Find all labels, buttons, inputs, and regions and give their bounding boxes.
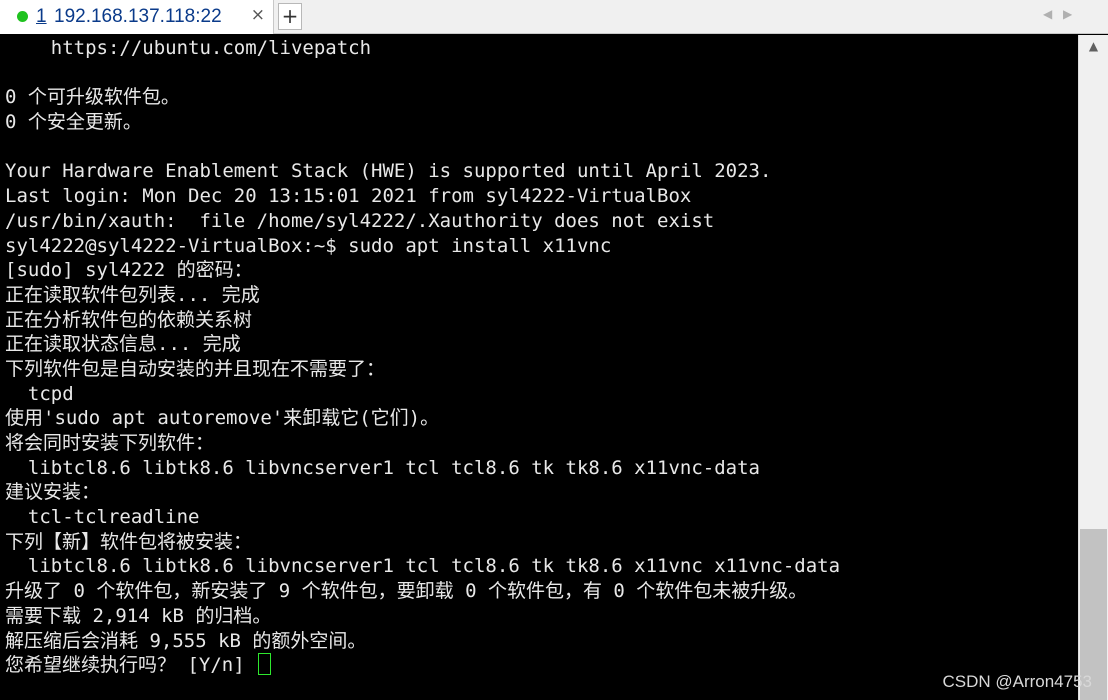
new-tab-button[interactable]: + [278,3,302,30]
terminal-line: 正在读取状态信息... 完成 [5,333,241,356]
scroll-up-icon[interactable]: ▲ [1079,39,1108,53]
vertical-scrollbar[interactable]: ▲ [1078,35,1108,700]
terminal-line: /usr/bin/xauth: file /home/syl4222/.Xaut… [5,209,715,232]
terminal-line: 需要下载 2,914 kB 的归档。 [5,604,272,627]
terminal-line: 升级了 0 个软件包，新安装了 9 个软件包，要卸载 0 个软件包，有 0 个软… [5,580,808,603]
terminal-line: 使用'sudo apt autoremove'来卸载它(它们)。 [5,407,440,430]
terminal-line: 正在分析软件包的依赖关系树 [5,308,253,331]
terminal-line: Last login: Mon Dec 20 13:15:01 2021 fro… [5,185,692,208]
scroll-tabs-left-icon[interactable]: ◀ [1043,7,1052,21]
terminal-line: libtcl8.6 libtk8.6 libvncserver1 tcl tcl… [5,456,760,479]
terminal-line: 0 个可升级软件包。 [5,86,180,109]
terminal-line: tcpd [5,382,74,405]
connected-status-icon [17,11,28,22]
tab-index: 1 [36,6,47,27]
close-tab-icon[interactable]: × [251,5,265,25]
terminal-output[interactable]: https://ubuntu.com/livepatch 0 个可升级软件包。 0 … [5,36,1075,700]
terminal-line: 下列软件包是自动安装的并且现在不需要了： [5,357,386,380]
terminal-line: 建议安装： [5,481,101,504]
terminal-line: 0 个安全更新。 [5,111,142,134]
tab-bar: 1 192.168.137.118:22 × + ◀ ▶ [0,0,1108,34]
terminal-line: 解压缩后会消耗 9,555 kB 的额外空间。 [5,629,367,652]
watermark: CSDN @Arron4753 [942,672,1092,691]
terminal-line: libtcl8.6 libtk8.6 libvncserver1 tcl tcl… [5,555,841,578]
terminal-line: https://ubuntu.com/livepatch [5,37,372,59]
tab-title: 192.168.137.118:22 [54,6,222,27]
terminal-line: [sudo] syl4222 的密码： [5,259,253,282]
terminal-line: 您希望继续执行吗？ [Y/n] [5,653,1075,678]
terminal-cursor [258,653,272,676]
terminal-line: 将会同时安装下列软件： [5,432,215,454]
terminal-line: syl4222@syl4222-VirtualBox:~$ sudo apt i… [5,234,612,257]
terminal-line: 正在读取软件包列表... 完成 [5,283,260,306]
terminal-line: 下列【新】软件包将被安装： [5,530,253,553]
terminal-line: Your Hardware Enablement Stack (HWE) is … [5,160,772,183]
tab-session[interactable]: 1 192.168.137.118:22 × [0,0,274,34]
terminal-line: tcl-tclreadline [5,506,200,529]
scroll-tabs-right-icon[interactable]: ▶ [1063,7,1072,21]
